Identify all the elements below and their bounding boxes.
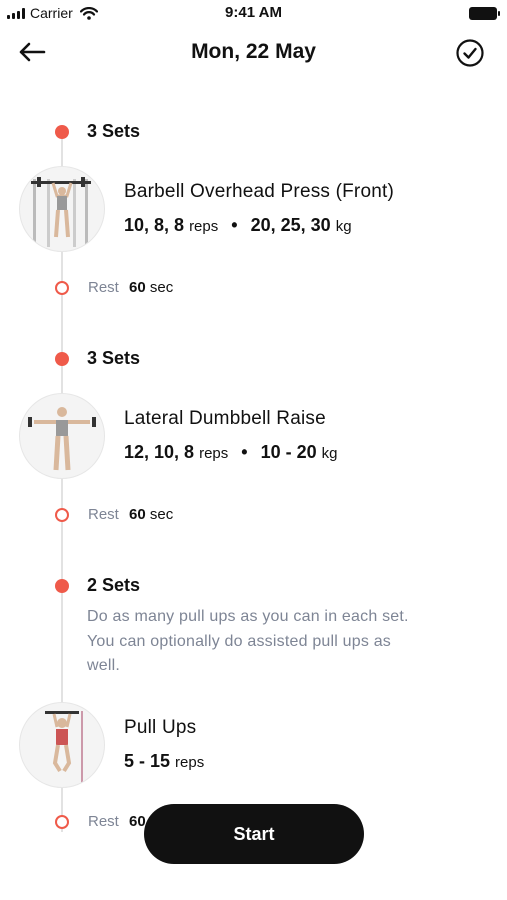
set-marker — [55, 352, 69, 366]
rest-label: Rest — [88, 813, 119, 830]
rest-label: Rest — [88, 279, 119, 296]
overhead-press-illustration-icon — [31, 177, 91, 247]
exercise-name[interactable]: Lateral Dumbbell Raise — [124, 408, 326, 430]
status-bar: Carrier 9:41 AM — [0, 0, 507, 26]
rest-marker — [55, 281, 69, 295]
rest-row: Rest 60 sec — [88, 279, 173, 296]
note-line: well. — [87, 657, 121, 674]
rest-value: 60 — [129, 506, 146, 523]
start-button[interactable]: Start — [144, 804, 364, 864]
exercise-name[interactable]: Barbell Overhead Press (Front) — [124, 181, 394, 203]
rest-marker — [55, 815, 69, 829]
weight-unit: kg — [321, 445, 338, 462]
weight-value: 10 - 20 — [260, 442, 317, 462]
exercise-detail: 10, 8, 8 reps • 20, 25, 30 kg — [124, 215, 352, 236]
separator: • — [241, 442, 248, 462]
pull-up-illustration-icon — [45, 711, 83, 783]
clock: 9:41 AM — [225, 4, 282, 21]
exercise-thumbnail[interactable] — [19, 393, 105, 479]
exercise-detail: 12, 10, 8 reps • 10 - 20 kg — [124, 442, 338, 463]
exercise-note: Do as many pull ups as you can in each s… — [87, 605, 487, 679]
reps-value: 10, 8, 8 — [124, 215, 185, 235]
rest-label: Rest — [88, 506, 119, 523]
reps-value: 5 - 15 — [124, 751, 171, 771]
reps-unit: reps — [189, 218, 219, 235]
battery-icon — [469, 7, 500, 20]
sets-label: 3 Sets — [87, 348, 141, 368]
weight-value: 20, 25, 30 — [250, 215, 331, 235]
weight-unit: kg — [335, 218, 352, 235]
exercise-detail: 5 - 15 reps — [124, 751, 204, 772]
sets-label: 2 Sets — [87, 575, 141, 595]
exercise-thumbnail[interactable] — [19, 702, 105, 788]
set-marker — [55, 579, 69, 593]
nav-bar: Mon, 22 May — [0, 30, 507, 74]
exercise-thumbnail[interactable] — [19, 166, 105, 252]
reps-value: 12, 10, 8 — [124, 442, 195, 462]
separator: • — [231, 215, 238, 235]
exercise-name[interactable]: Pull Ups — [124, 717, 196, 739]
sets-label: 3 Sets — [87, 121, 141, 141]
rest-unit: sec — [149, 279, 174, 296]
lateral-raise-illustration-icon — [28, 407, 96, 471]
reps-unit: reps — [175, 754, 205, 771]
rest-row: Rest 60 sec — [88, 506, 173, 523]
rest-marker — [55, 508, 69, 522]
rest-value: 60 — [129, 279, 146, 296]
note-line: You can optionally do assisted pull ups … — [87, 632, 392, 650]
check-circle-icon[interactable] — [455, 38, 485, 68]
note-line: Do as many pull ups as you can in each s… — [87, 608, 409, 625]
set-marker — [55, 125, 69, 139]
rest-unit: sec — [149, 506, 174, 523]
page-title: Mon, 22 May — [191, 40, 316, 63]
rest-value: 60 — [129, 813, 146, 830]
reps-unit: reps — [199, 445, 229, 462]
